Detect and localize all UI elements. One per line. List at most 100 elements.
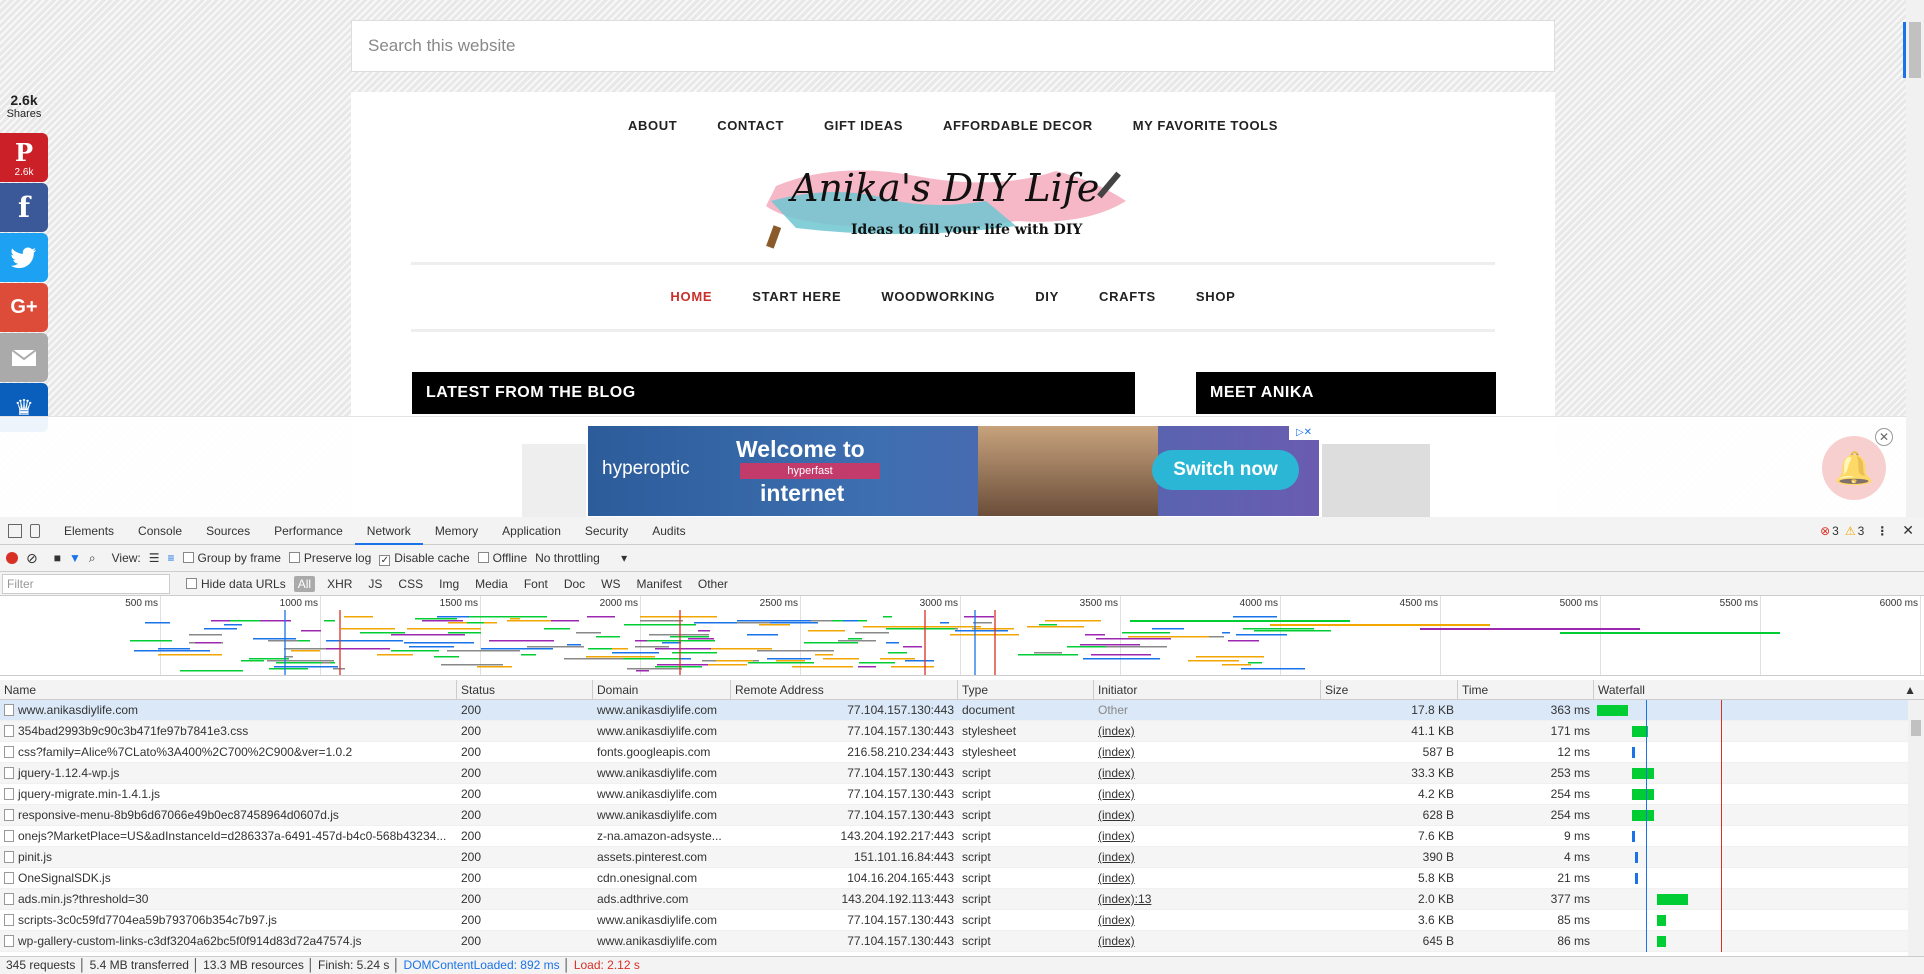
- filter-icon[interactable]: ▼: [69, 551, 81, 565]
- request-row[interactable]: css?family=Alice%7CLato%3A400%2C700%2C90…: [0, 742, 1908, 763]
- ad-cta-button[interactable]: Switch now: [1152, 450, 1299, 490]
- nav-contact[interactable]: CONTACT: [717, 118, 784, 133]
- col-time[interactable]: Time: [1458, 680, 1594, 699]
- tab-security[interactable]: Security: [573, 517, 640, 545]
- nav-diy[interactable]: DIY: [1035, 289, 1059, 304]
- tab-audits[interactable]: Audits: [640, 517, 697, 545]
- request-row[interactable]: www.anikasdiylife.com 200 www.anikasdiylif…: [0, 700, 1908, 721]
- filter-type-all[interactable]: All: [293, 575, 316, 592]
- website-scroll-thumb[interactable]: [1909, 22, 1921, 78]
- request-initiator[interactable]: (index): [1094, 721, 1321, 742]
- col-waterfall[interactable]: Waterfall ▲: [1594, 680, 1924, 699]
- tab-elements[interactable]: Elements: [52, 517, 126, 545]
- site-logo[interactable]: Anika's DIY Life Ideas to fill your life…: [756, 156, 1146, 256]
- nav-gift-ideas[interactable]: GIFT IDEAS: [824, 118, 903, 133]
- request-row[interactable]: scripts-3c0c59fd7704ea59b793706b354c7b97…: [0, 910, 1908, 931]
- inspect-element-icon[interactable]: [8, 523, 22, 538]
- search-icon[interactable]: ⌕: [89, 551, 96, 566]
- tab-console[interactable]: Console: [126, 517, 194, 545]
- more-options-icon[interactable]: ⋮: [1876, 524, 1888, 538]
- warning-count[interactable]: 3: [1858, 524, 1865, 538]
- facebook-share-button[interactable]: f: [0, 183, 48, 232]
- record-icon[interactable]: [6, 552, 18, 564]
- col-type[interactable]: Type: [958, 680, 1094, 699]
- hide-data-urls-checkbox[interactable]: Hide data URLs: [186, 577, 286, 591]
- capture-screenshots-icon[interactable]: ■: [54, 551, 61, 565]
- col-initiator[interactable]: Initiator: [1094, 680, 1321, 699]
- request-row[interactable]: pinit.js 200 assets.pinterest.com 151.101.1…: [0, 847, 1908, 868]
- nav-crafts[interactable]: CRAFTS: [1099, 289, 1156, 304]
- request-row[interactable]: onejs?MarketPlace=US&adInstanceId=d28633…: [0, 826, 1908, 847]
- request-initiator[interactable]: (index): [1094, 910, 1321, 931]
- filter-type-media[interactable]: Media: [471, 576, 512, 592]
- col-status[interactable]: Status: [457, 680, 593, 699]
- request-initiator[interactable]: (index): [1094, 847, 1321, 868]
- request-table-scroll-thumb[interactable]: [1911, 720, 1921, 736]
- group-by-frame-checkbox[interactable]: Group by frame: [182, 551, 281, 565]
- request-row[interactable]: jquery-migrate.min-1.4.1.js 200 www.anikas…: [0, 784, 1908, 805]
- filter-type-font[interactable]: Font: [520, 576, 552, 592]
- request-initiator[interactable]: (index): [1094, 763, 1321, 784]
- request-row[interactable]: OneSignalSDK.js 200 cdn.onesignal.com 104.1…: [0, 868, 1908, 889]
- request-initiator[interactable]: (index): [1094, 805, 1321, 826]
- filter-type-doc[interactable]: Doc: [560, 576, 589, 592]
- request-row[interactable]: responsive-menu-8b9b6d67066e49b0ec874589…: [0, 805, 1908, 826]
- close-ad-icon[interactable]: ✕: [1875, 428, 1893, 446]
- disable-cache-checkbox[interactable]: Disable cache: [379, 551, 470, 566]
- tab-application[interactable]: Application: [490, 517, 573, 545]
- col-remote-address[interactable]: Remote Address: [731, 680, 958, 699]
- filter-input[interactable]: Filter: [2, 573, 170, 594]
- tab-sources[interactable]: Sources: [194, 517, 262, 545]
- network-overview-timeline[interactable]: 500 ms 1000 ms 1500 ms 2000 ms 2500 ms 3000 m…: [0, 596, 1924, 676]
- search-input[interactable]: Search this website: [351, 20, 1555, 72]
- request-initiator[interactable]: (index): [1094, 931, 1321, 952]
- error-count[interactable]: 3: [1832, 524, 1839, 538]
- email-share-button[interactable]: [0, 333, 48, 382]
- request-initiator[interactable]: (index): [1094, 784, 1321, 805]
- filter-type-img[interactable]: Img: [435, 576, 463, 592]
- col-domain[interactable]: Domain: [593, 680, 731, 699]
- overview-icon[interactable]: ≡: [168, 551, 175, 565]
- nav-woodworking[interactable]: WOODWORKING: [881, 289, 995, 304]
- clear-icon[interactable]: ⊘: [26, 550, 38, 567]
- hyperoptic-ad-banner[interactable]: hyperoptic Welcome to hyperfast internet…: [588, 426, 1319, 516]
- request-row[interactable]: wp-gallery-custom-links-c3df3204a62bc5f0…: [0, 931, 1908, 952]
- error-icon[interactable]: ⊗: [1820, 524, 1830, 538]
- notification-bell-button[interactable]: 🔔: [1822, 436, 1886, 500]
- close-devtools-icon[interactable]: ✕: [1902, 522, 1914, 539]
- offline-checkbox[interactable]: Offline: [477, 551, 527, 565]
- nav-about[interactable]: ABOUT: [628, 118, 677, 133]
- request-table-scrollbar[interactable]: [1908, 700, 1924, 956]
- col-name[interactable]: Name: [0, 680, 457, 699]
- google-plus-share-button[interactable]: G+: [0, 283, 48, 332]
- filter-type-ws[interactable]: WS: [597, 576, 624, 592]
- nav-affordable-decor[interactable]: AFFORDABLE DECOR: [943, 118, 1093, 133]
- filter-type-js[interactable]: JS: [364, 576, 386, 592]
- tab-memory[interactable]: Memory: [423, 517, 490, 545]
- ad-choices-icon[interactable]: ▷✕: [1289, 426, 1319, 440]
- filter-type-manifest[interactable]: Manifest: [633, 576, 686, 592]
- website-scrollbar[interactable]: [1906, 0, 1924, 517]
- request-row[interactable]: ads.min.js?threshold=30 200 ads.adthrive.c…: [0, 889, 1908, 910]
- nav-my-favorite-tools[interactable]: MY FAVORITE TOOLS: [1133, 118, 1278, 133]
- filter-type-xhr[interactable]: XHR: [323, 576, 356, 592]
- request-row[interactable]: jquery-1.12.4-wp.js 200 www.anikasdiylife.…: [0, 763, 1908, 784]
- request-initiator[interactable]: (index): [1094, 868, 1321, 889]
- nav-start-here[interactable]: START HERE: [752, 289, 841, 304]
- nav-shop[interactable]: SHOP: [1196, 289, 1236, 304]
- filter-type-css[interactable]: CSS: [394, 576, 427, 592]
- request-initiator[interactable]: (index): [1094, 826, 1321, 847]
- preserve-log-checkbox[interactable]: Preserve log: [288, 551, 371, 565]
- device-toolbar-icon[interactable]: [30, 523, 40, 538]
- throttling-select[interactable]: No throttling ▾: [535, 551, 627, 565]
- nav-home[interactable]: HOME: [670, 289, 712, 304]
- tab-performance[interactable]: Performance: [262, 517, 355, 545]
- col-size[interactable]: Size: [1321, 680, 1458, 699]
- filter-type-other[interactable]: Other: [694, 576, 732, 592]
- request-initiator[interactable]: (index):13: [1094, 889, 1321, 910]
- twitter-share-button[interactable]: [0, 233, 48, 282]
- request-row[interactable]: 354bad2993b9c90c3b471fe97b7841e3.css 200 w…: [0, 721, 1908, 742]
- pinterest-share-button[interactable]: P 2.6k: [0, 133, 48, 182]
- large-rows-icon[interactable]: ☰: [149, 551, 160, 565]
- tab-network[interactable]: Network: [354, 517, 423, 545]
